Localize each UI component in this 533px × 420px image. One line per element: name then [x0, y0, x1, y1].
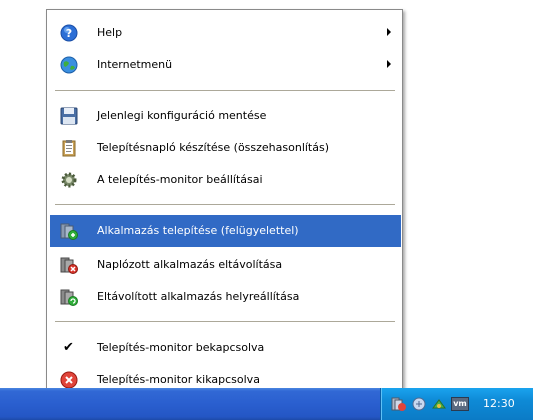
menu-item-create-log[interactable]: Telepítésnapló készítése (összehasonlítá…: [50, 133, 401, 163]
taskbar-clock[interactable]: 12:30: [483, 397, 515, 410]
menu-item-label: Help: [97, 26, 123, 39]
gear-icon: [61, 172, 77, 188]
submenu-arrow-icon: [387, 60, 391, 68]
svg-text:?: ?: [66, 27, 72, 40]
menu-item-restore-app[interactable]: Eltávolított alkalmazás helyreállítása: [50, 282, 401, 312]
red-x-icon: [60, 371, 78, 389]
menu-item-help[interactable]: ? Help: [50, 18, 401, 48]
menu-separator: [55, 321, 395, 323]
menu-separator: [55, 90, 395, 92]
menu-item-label: A telepítés-monitor beállításai: [97, 173, 263, 186]
menu-item-monitor-settings[interactable]: A telepítés-monitor beállításai: [50, 165, 401, 195]
restore-app-icon: [60, 289, 78, 306]
menu-item-label: Naplózott alkalmazás eltávolítása: [97, 258, 283, 271]
tray-install-monitor-icon[interactable]: [391, 396, 407, 412]
menu-item-label: Alkalmazás telepítése (felügyelettel): [97, 224, 299, 237]
checkmark-icon: ✔: [63, 340, 74, 355]
menu-item-label: Telepítés-monitor kikapcsolva: [97, 373, 260, 386]
help-icon: ?: [60, 24, 78, 42]
menu-item-label: Telepítés-monitor bekapcsolva: [97, 341, 265, 354]
menu-item-label: Telepítésnapló készítése (összehasonlítá…: [97, 141, 330, 154]
menu-item-label: Jelenlegi konfiguráció mentése: [97, 109, 267, 122]
menu-separator: [55, 204, 395, 206]
menu-item-label: Eltávolított alkalmazás helyreállítása: [97, 290, 300, 303]
tray-network-icon[interactable]: [411, 396, 427, 412]
tray-vm-icon[interactable]: vm: [451, 397, 469, 411]
floppy-disk-icon: [60, 107, 78, 125]
context-menu: ? Help Internetmenü Jelenlegi konfigurác…: [46, 9, 403, 404]
install-app-icon: [60, 223, 78, 240]
menu-item-internetmenu[interactable]: Internetmenü: [50, 50, 401, 80]
tray-connection-icon[interactable]: [431, 396, 447, 412]
menu-item-monitor-on[interactable]: ✔ Telepítés-monitor bekapcsolva: [50, 333, 401, 363]
menu-item-label: Internetmenü: [97, 58, 173, 71]
globe-icon: [60, 56, 78, 74]
submenu-arrow-icon: [387, 28, 391, 36]
menu-item-save-config[interactable]: Jelenlegi konfiguráció mentése: [50, 101, 401, 131]
menu-item-uninstall-app[interactable]: Naplózott alkalmazás eltávolítása: [50, 250, 401, 280]
menu-item-install-app[interactable]: Alkalmazás telepítése (felügyelettel): [50, 215, 401, 247]
uninstall-app-icon: [60, 257, 78, 274]
clipboard-icon: [62, 140, 76, 157]
